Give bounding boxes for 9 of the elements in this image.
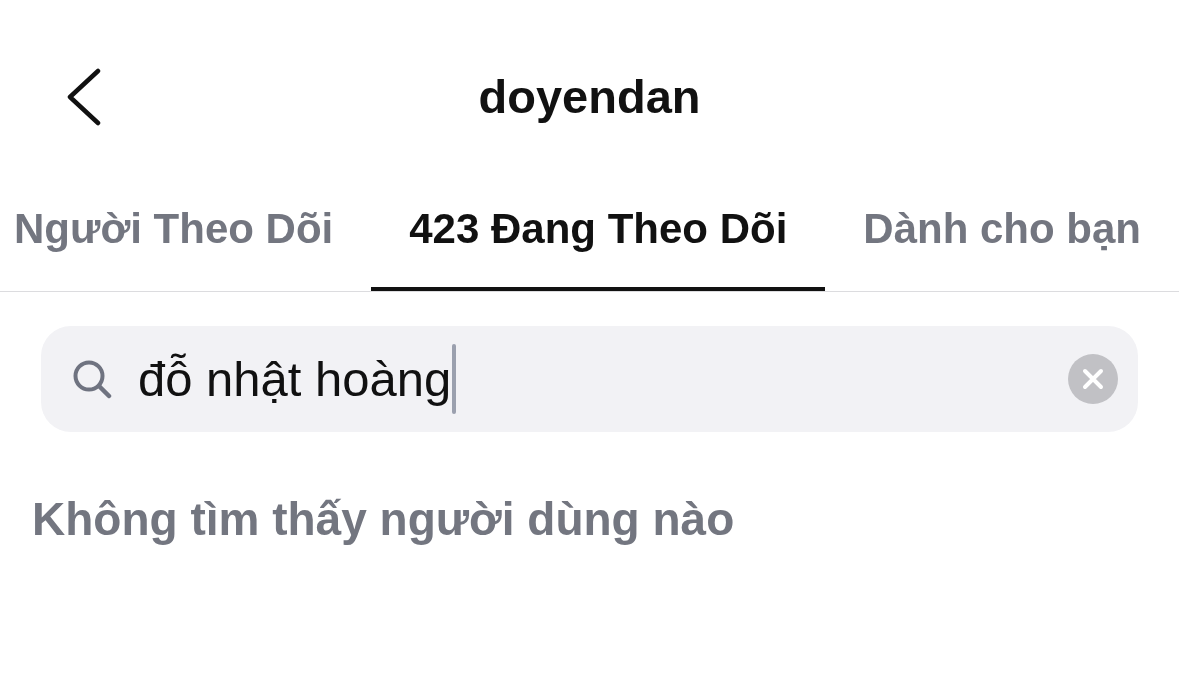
back-chevron-icon	[65, 68, 101, 126]
tab[interactable]: Người Theo Dõi	[0, 194, 372, 291]
empty-result-message: Không tìm thấy người dùng nào	[32, 492, 736, 547]
tab[interactable]: 423 Đang Theo Dõi	[371, 194, 826, 291]
tab[interactable]: Dành cho bạn	[825, 194, 1179, 291]
clear-icon	[1068, 354, 1118, 404]
search-input[interactable]: đỗ nhật hoàng	[138, 344, 1042, 414]
profile-username: doyendan	[478, 69, 701, 125]
search-icon	[72, 359, 112, 399]
